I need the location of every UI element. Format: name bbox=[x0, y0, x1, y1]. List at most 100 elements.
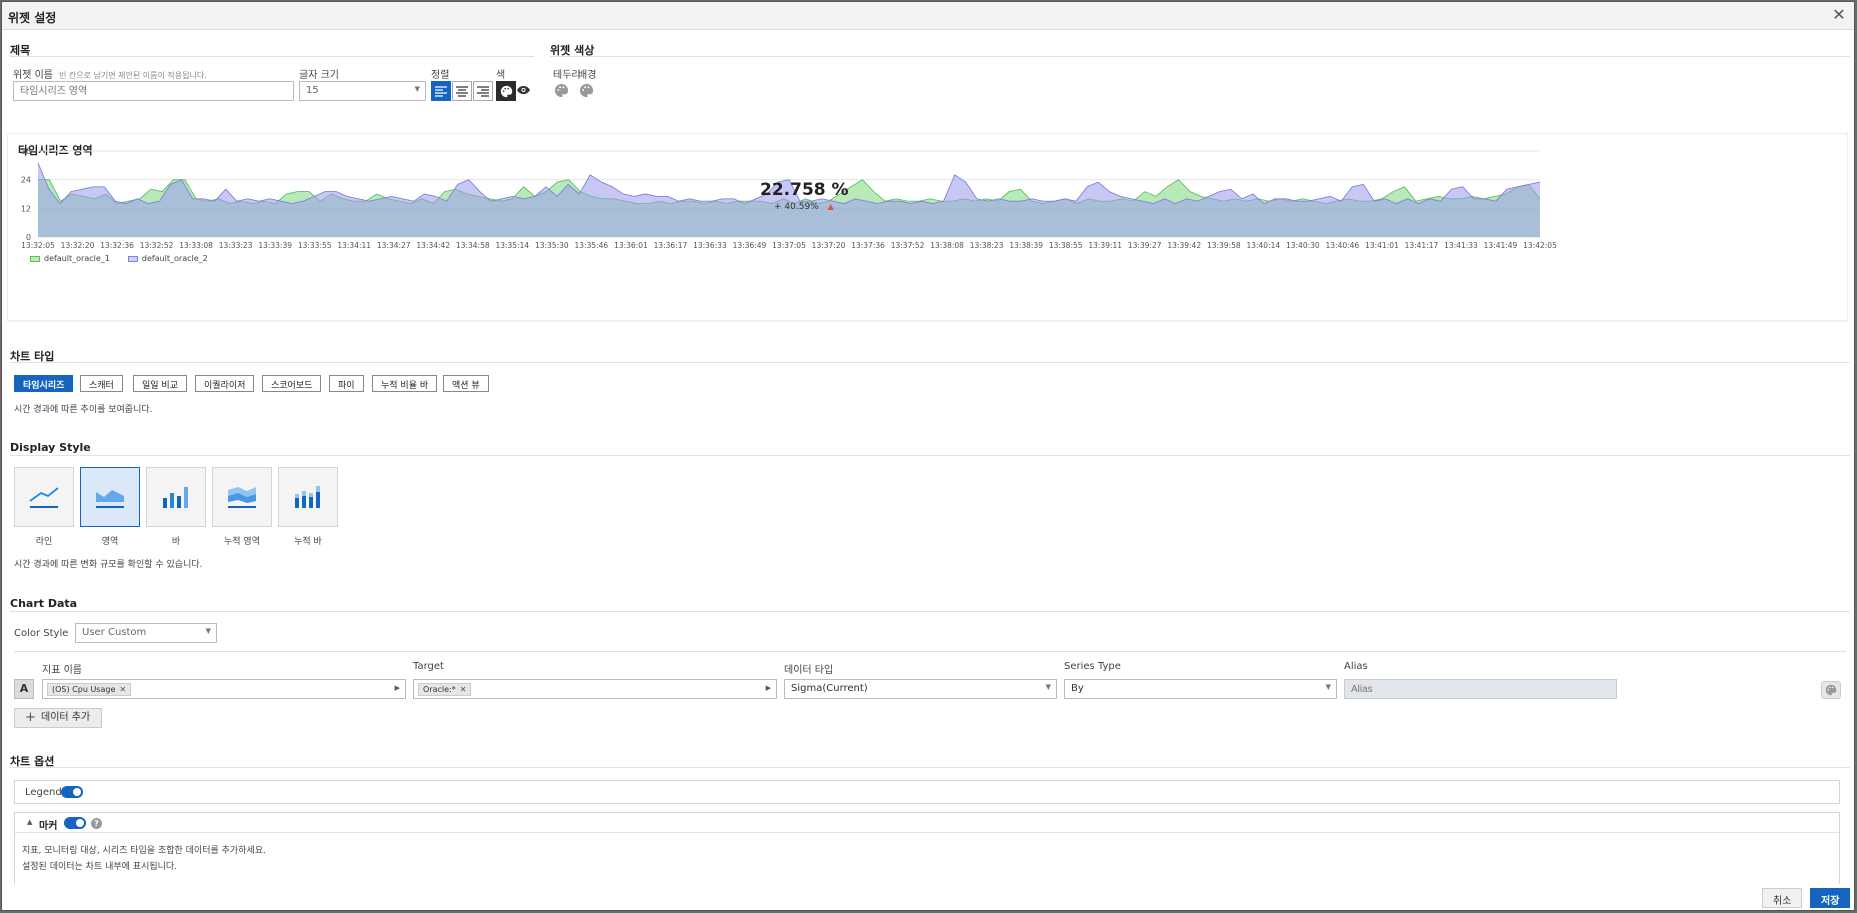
display-style-description: 시간 경과에 따른 변화 규모를 확인할 수 있습니다. bbox=[14, 560, 203, 570]
x-tick-label: 13:36:01 bbox=[614, 241, 648, 250]
color-style-label: Color Style bbox=[14, 628, 69, 639]
line-chart-icon bbox=[29, 487, 59, 508]
widget-name-input[interactable] bbox=[13, 81, 294, 101]
x-tick-label: 13:42:05 bbox=[1523, 241, 1557, 250]
chart-type-equalizer-button[interactable]: 이퀄라이저 bbox=[195, 375, 255, 392]
help-icon[interactable]: ? bbox=[91, 818, 102, 829]
color-label: 색 bbox=[496, 70, 506, 81]
marker-toggle[interactable] bbox=[64, 817, 86, 829]
big-value: 22.758 % bbox=[760, 180, 849, 200]
legend-toggle[interactable] bbox=[61, 786, 83, 798]
chart-preview: 타임시리즈 영역 0 12 24 36 13:32:05 13:32:20 13:32:36… bbox=[7, 133, 1848, 321]
caret-right-icon: ▶ bbox=[394, 684, 400, 692]
display-style-stacked-bar[interactable] bbox=[278, 467, 338, 527]
x-tick-label: 13:40:14 bbox=[1246, 241, 1280, 250]
target-select[interactable]: Oracle:* ✕ ▶ bbox=[413, 679, 777, 699]
series-type-value: By bbox=[1071, 683, 1084, 694]
stacked-area-icon bbox=[228, 487, 256, 508]
cancel-button[interactable]: 취소 bbox=[1762, 888, 1803, 908]
x-tick-label: 13:40:30 bbox=[1286, 241, 1320, 250]
metric-column-header: 지표 이름 bbox=[42, 665, 82, 676]
plus-icon: + bbox=[25, 710, 36, 725]
font-size-select[interactable]: 15 ▼ bbox=[299, 81, 426, 101]
align-left-button[interactable] bbox=[431, 81, 451, 101]
divider bbox=[550, 56, 1850, 57]
align-right-button[interactable] bbox=[473, 81, 493, 101]
modal-header: 위젯 설정 ✕ bbox=[2, 2, 1854, 30]
legend-item[interactable]: default_oracle_2 bbox=[127, 254, 208, 263]
x-tick-label: 13:40:46 bbox=[1326, 241, 1360, 250]
legend-item[interactable]: default_oracle_1 bbox=[30, 254, 110, 263]
chart-type-daily-compare-button[interactable]: 일일 비교 bbox=[133, 375, 187, 392]
align-right-icon bbox=[477, 85, 489, 97]
save-button[interactable]: 저장 bbox=[1810, 888, 1851, 908]
legend-label: default_oracle_2 bbox=[141, 254, 208, 263]
query-row-letter: A bbox=[14, 679, 34, 699]
alias-column-header: Alias bbox=[1344, 661, 1368, 672]
chevron-down-icon: ▼ bbox=[1045, 683, 1051, 691]
x-tick-label: 13:33:08 bbox=[179, 241, 213, 250]
x-tick-label: 13:32:05 bbox=[21, 241, 55, 250]
y-tick-label: 12 bbox=[21, 204, 31, 213]
metric-tag-label: (OS) Cpu Usage bbox=[52, 685, 116, 694]
display-style-stacked-area[interactable] bbox=[212, 467, 272, 527]
data-type-value: Sigma(Current) bbox=[791, 683, 868, 694]
x-tick-label: 13:39:42 bbox=[1167, 241, 1201, 250]
color-style-select[interactable]: User Custom ▼ bbox=[75, 623, 217, 643]
caret-right-icon: ▶ bbox=[765, 684, 771, 692]
modal-title: 위젯 설정 bbox=[8, 11, 57, 25]
font-size-value: 15 bbox=[306, 85, 319, 96]
chart-type-pie-button[interactable]: 파이 bbox=[329, 375, 364, 392]
chart-type-action-view-button[interactable]: 액션 뷰 bbox=[443, 375, 489, 392]
data-type-select[interactable]: Sigma(Current) ▼ bbox=[784, 679, 1057, 699]
legend-option-label: Legend bbox=[25, 787, 62, 798]
background-color-palette-icon[interactable] bbox=[579, 83, 594, 101]
x-tick-label: 13:33:23 bbox=[219, 241, 253, 250]
remove-tag-icon[interactable]: ✕ bbox=[460, 685, 467, 694]
divider bbox=[14, 651, 1846, 652]
display-style-bar[interactable] bbox=[146, 467, 206, 527]
x-tick-label: 13:39:58 bbox=[1207, 241, 1241, 250]
legend-swatch bbox=[30, 255, 40, 262]
display-style-line[interactable] bbox=[14, 467, 74, 527]
border-color-palette-icon[interactable] bbox=[554, 83, 569, 101]
divider bbox=[10, 362, 1850, 363]
display-style-area[interactable] bbox=[80, 467, 140, 527]
widget-name-label: 위젯 이름 빈 칸으로 남기면 제안된 이름이 적용됩니다. bbox=[13, 66, 207, 81]
y-tick-label: 24 bbox=[21, 176, 31, 185]
alias-input[interactable] bbox=[1344, 679, 1617, 699]
x-tick-label: 13:41:49 bbox=[1484, 241, 1518, 250]
chart-type-scatter-button[interactable]: 스캐터 bbox=[80, 375, 123, 392]
marker-description-line-1: 지표, 모니터링 대상, 시리즈 타입을 조합한 데이터를 추가하세요. bbox=[22, 846, 266, 856]
x-tick-label: 13:38:23 bbox=[970, 241, 1004, 250]
widget-settings-modal: 위젯 설정 ✕ 제목 위젯 이름 빈 칸으로 남기면 제안된 이름이 적용됩니다.… bbox=[1, 1, 1855, 911]
close-icon[interactable]: ✕ bbox=[1830, 6, 1848, 24]
eye-icon[interactable] bbox=[517, 85, 530, 98]
widget-name-label-text: 위젯 이름 bbox=[13, 70, 53, 81]
add-data-button[interactable]: + 데이터 추가 bbox=[14, 708, 102, 728]
y-tick-label: 36 bbox=[21, 147, 31, 156]
remove-tag-icon[interactable]: ✕ bbox=[119, 685, 126, 694]
delta-value: + 40.59% ▲ bbox=[774, 202, 834, 212]
align-label: 정렬 bbox=[431, 70, 450, 81]
title-color-button[interactable] bbox=[496, 81, 516, 101]
target-tag-label: Oracle:* bbox=[423, 685, 456, 694]
x-tick-label: 13:38:39 bbox=[1009, 241, 1043, 250]
chart-type-stacked-ratio-bar-button[interactable]: 누적 비율 바 bbox=[372, 375, 438, 392]
series-color-button[interactable] bbox=[1821, 681, 1841, 699]
metric-select[interactable]: (OS) Cpu Usage ✕ ▶ bbox=[42, 679, 406, 699]
x-tick-label: 13:37:36 bbox=[851, 241, 885, 250]
x-tick-label: 13:41:17 bbox=[1405, 241, 1439, 250]
marker-option-header[interactable]: ▲ 마커 ? bbox=[15, 813, 1839, 833]
chart-type-scoreboard-button[interactable]: 스코어보드 bbox=[262, 375, 322, 392]
caret-up-icon: ▲ bbox=[27, 818, 33, 826]
eye-icon-svg bbox=[517, 85, 530, 95]
x-tick-label: 13:33:55 bbox=[298, 241, 332, 250]
series-type-select[interactable]: By ▼ bbox=[1064, 679, 1337, 699]
chart-type-timeseries-button[interactable]: 타임시리즈 bbox=[14, 375, 74, 392]
align-center-button[interactable] bbox=[452, 81, 472, 101]
metric-tag: (OS) Cpu Usage ✕ bbox=[47, 683, 132, 696]
background-color-label: 배경 bbox=[578, 70, 597, 81]
bar-chart-icon bbox=[163, 487, 188, 508]
stacked-bar-icon bbox=[295, 486, 320, 508]
